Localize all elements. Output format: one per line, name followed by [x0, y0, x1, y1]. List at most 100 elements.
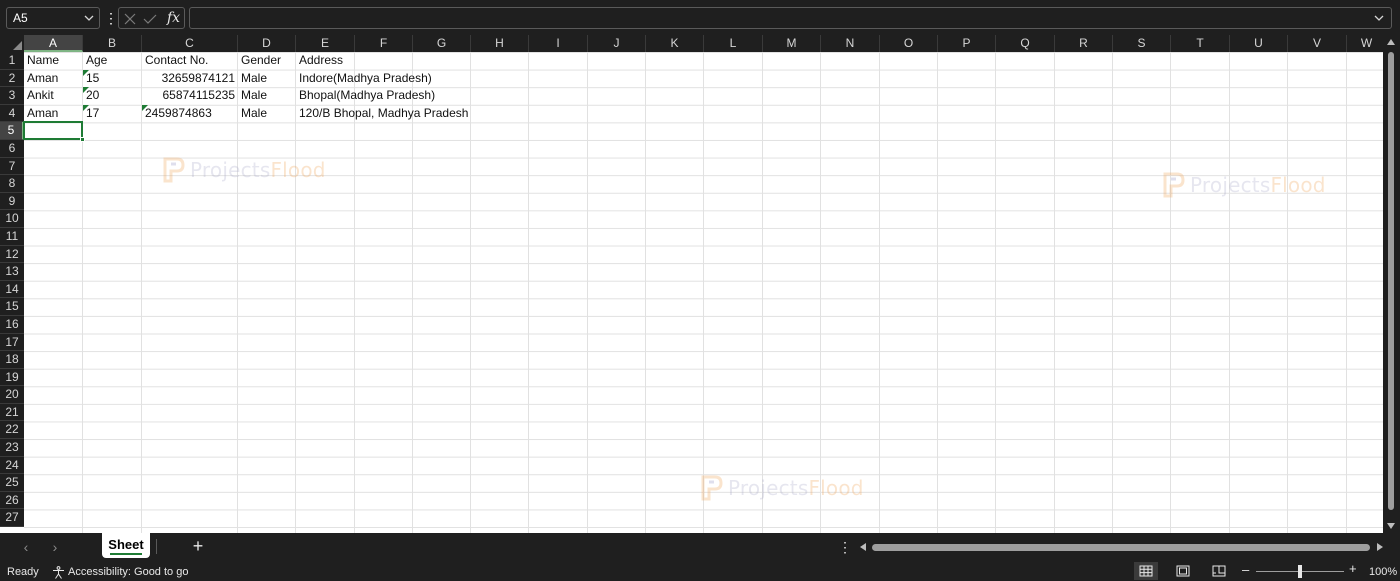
next-sheet-icon[interactable]: › [48, 539, 62, 555]
column-header-o[interactable]: O [880, 35, 938, 52]
zoom-in-button[interactable]: + [1349, 562, 1357, 576]
row-header-27[interactable]: 27 [0, 509, 24, 528]
cell-d4[interactable]: Male [238, 105, 296, 123]
tab-split-handle-icon[interactable]: ⋮ [838, 537, 852, 557]
column-header-u[interactable]: U [1230, 35, 1288, 52]
cell-a1[interactable]: Name [24, 52, 83, 70]
fill-handle[interactable] [80, 136, 85, 142]
column-header-e[interactable]: E [296, 35, 355, 52]
page-break-view-button[interactable] [1207, 562, 1231, 580]
horizontal-scrollbar[interactable] [858, 540, 1385, 554]
column-header-w[interactable]: W [1347, 35, 1387, 52]
column-header-v[interactable]: V [1288, 35, 1347, 52]
cell-d1[interactable]: Gender [238, 52, 296, 70]
add-sheet-button[interactable]: + [189, 535, 207, 557]
horizontal-scroll-thumb[interactable] [872, 544, 1370, 551]
row-header-4[interactable]: 4 [0, 105, 24, 123]
row-header-8[interactable]: 8 [0, 175, 24, 193]
row-header-12[interactable]: 12 [0, 246, 24, 264]
row-header-3[interactable]: 3 [0, 87, 24, 105]
column-header-p[interactable]: P [938, 35, 996, 52]
row-header-17[interactable]: 17 [0, 334, 24, 352]
row-header-22[interactable]: 22 [0, 421, 24, 440]
cell-c3[interactable]: 65874115235 [142, 87, 238, 105]
row-header-24[interactable]: 24 [0, 457, 24, 475]
tab-sheet[interactable]: Sheet [102, 533, 150, 558]
row-header-13[interactable]: 13 [0, 263, 24, 281]
cells-area[interactable]: Name Age Contact No. Gender Address Aman 15 326… [23, 52, 1387, 533]
column-header-t[interactable]: T [1171, 35, 1230, 52]
cell-c1[interactable]: Contact No. [142, 52, 238, 70]
column-header-a[interactable]: A [24, 35, 83, 52]
select-all-button[interactable] [0, 35, 24, 52]
column-header-b[interactable]: B [83, 35, 142, 52]
page-layout-view-button[interactable] [1171, 562, 1195, 580]
normal-view-button[interactable] [1134, 562, 1158, 580]
vertical-scroll-thumb[interactable] [1388, 52, 1394, 510]
row-header-14[interactable]: 14 [0, 281, 24, 299]
scroll-down-icon[interactable] [1387, 523, 1395, 529]
cell-e2[interactable]: Indore(Madhya Pradesh) [296, 70, 536, 88]
row-header-1[interactable]: 1 [0, 52, 24, 70]
column-header-r[interactable]: R [1055, 35, 1113, 52]
name-box[interactable]: A5 [6, 7, 100, 29]
column-header-s[interactable]: S [1113, 35, 1171, 52]
active-cell-outline[interactable] [23, 121, 85, 142]
zoom-out-button[interactable]: – [1242, 563, 1249, 577]
cell-b3[interactable]: 20 [83, 87, 142, 105]
scroll-left-icon[interactable] [860, 543, 866, 551]
cell-c2[interactable]: 32659874121 [142, 70, 238, 88]
column-header-i[interactable]: I [529, 35, 588, 52]
column-header-n[interactable]: N [821, 35, 880, 52]
column-header-h[interactable]: H [471, 35, 529, 52]
row-header-23[interactable]: 23 [0, 439, 24, 457]
row-header-11[interactable]: 11 [0, 228, 24, 246]
number-as-text-indicator[interactable] [83, 69, 89, 76]
cell-b4[interactable]: 17 [83, 105, 142, 123]
number-as-text-indicator[interactable] [83, 104, 89, 111]
column-header-f[interactable]: F [355, 35, 413, 52]
formula-input[interactable] [189, 7, 1392, 29]
cell-a4[interactable]: Aman [24, 105, 83, 123]
column-header-m[interactable]: M [763, 35, 821, 52]
number-as-text-indicator[interactable] [142, 104, 148, 111]
cell-e3[interactable]: Bhopal(Madhya Pradesh) [296, 87, 536, 105]
number-as-text-indicator[interactable] [83, 87, 89, 94]
cell-a3[interactable]: Ankit [24, 87, 83, 105]
row-header-19[interactable]: 19 [0, 369, 24, 387]
cell-a2[interactable]: Aman [24, 70, 83, 88]
cell-b1[interactable]: Age [83, 52, 142, 70]
insert-function-button[interactable]: fx [167, 8, 180, 28]
vertical-scrollbar[interactable] [1383, 35, 1400, 533]
chevron-down-icon[interactable] [83, 12, 95, 24]
row-header-7[interactable]: 7 [0, 158, 24, 176]
column-header-j[interactable]: J [588, 35, 646, 52]
row-header-18[interactable]: 18 [0, 351, 24, 369]
row-header-16[interactable]: 16 [0, 316, 24, 334]
cell-e1[interactable]: Address [296, 52, 355, 70]
zoom-level[interactable]: 100% [1369, 565, 1397, 579]
column-header-c[interactable]: C [142, 35, 238, 52]
formula-bar-more-icon[interactable]: ⋮ [104, 8, 118, 28]
row-header-15[interactable]: 15 [0, 298, 24, 316]
column-header-q[interactable]: Q [996, 35, 1055, 52]
scroll-right-icon[interactable] [1377, 543, 1383, 551]
row-header-2[interactable]: 2 [0, 70, 24, 88]
row-header-5[interactable]: 5 [0, 122, 24, 140]
column-header-d[interactable]: D [238, 35, 296, 52]
row-header-21[interactable]: 21 [0, 404, 24, 422]
prev-sheet-icon[interactable]: ‹ [19, 539, 33, 555]
cell-d3[interactable]: Male [238, 87, 296, 105]
cell-c4[interactable]: 2459874863 [142, 105, 238, 123]
row-header-9[interactable]: 9 [0, 193, 24, 211]
row-header-26[interactable]: 26 [0, 492, 24, 510]
row-header-10[interactable]: 10 [0, 210, 24, 228]
cell-b2[interactable]: 15 [83, 70, 142, 88]
scroll-up-icon[interactable] [1387, 39, 1395, 45]
accessibility-status[interactable]: Accessibility: Good to go [52, 565, 188, 579]
row-header-6[interactable]: 6 [0, 140, 24, 158]
column-header-k[interactable]: K [646, 35, 704, 52]
cancel-icon[interactable] [123, 12, 137, 26]
cell-e4[interactable]: 120/B Bhopal, Madhya Pradesh [296, 105, 536, 123]
row-header-20[interactable]: 20 [0, 386, 24, 404]
